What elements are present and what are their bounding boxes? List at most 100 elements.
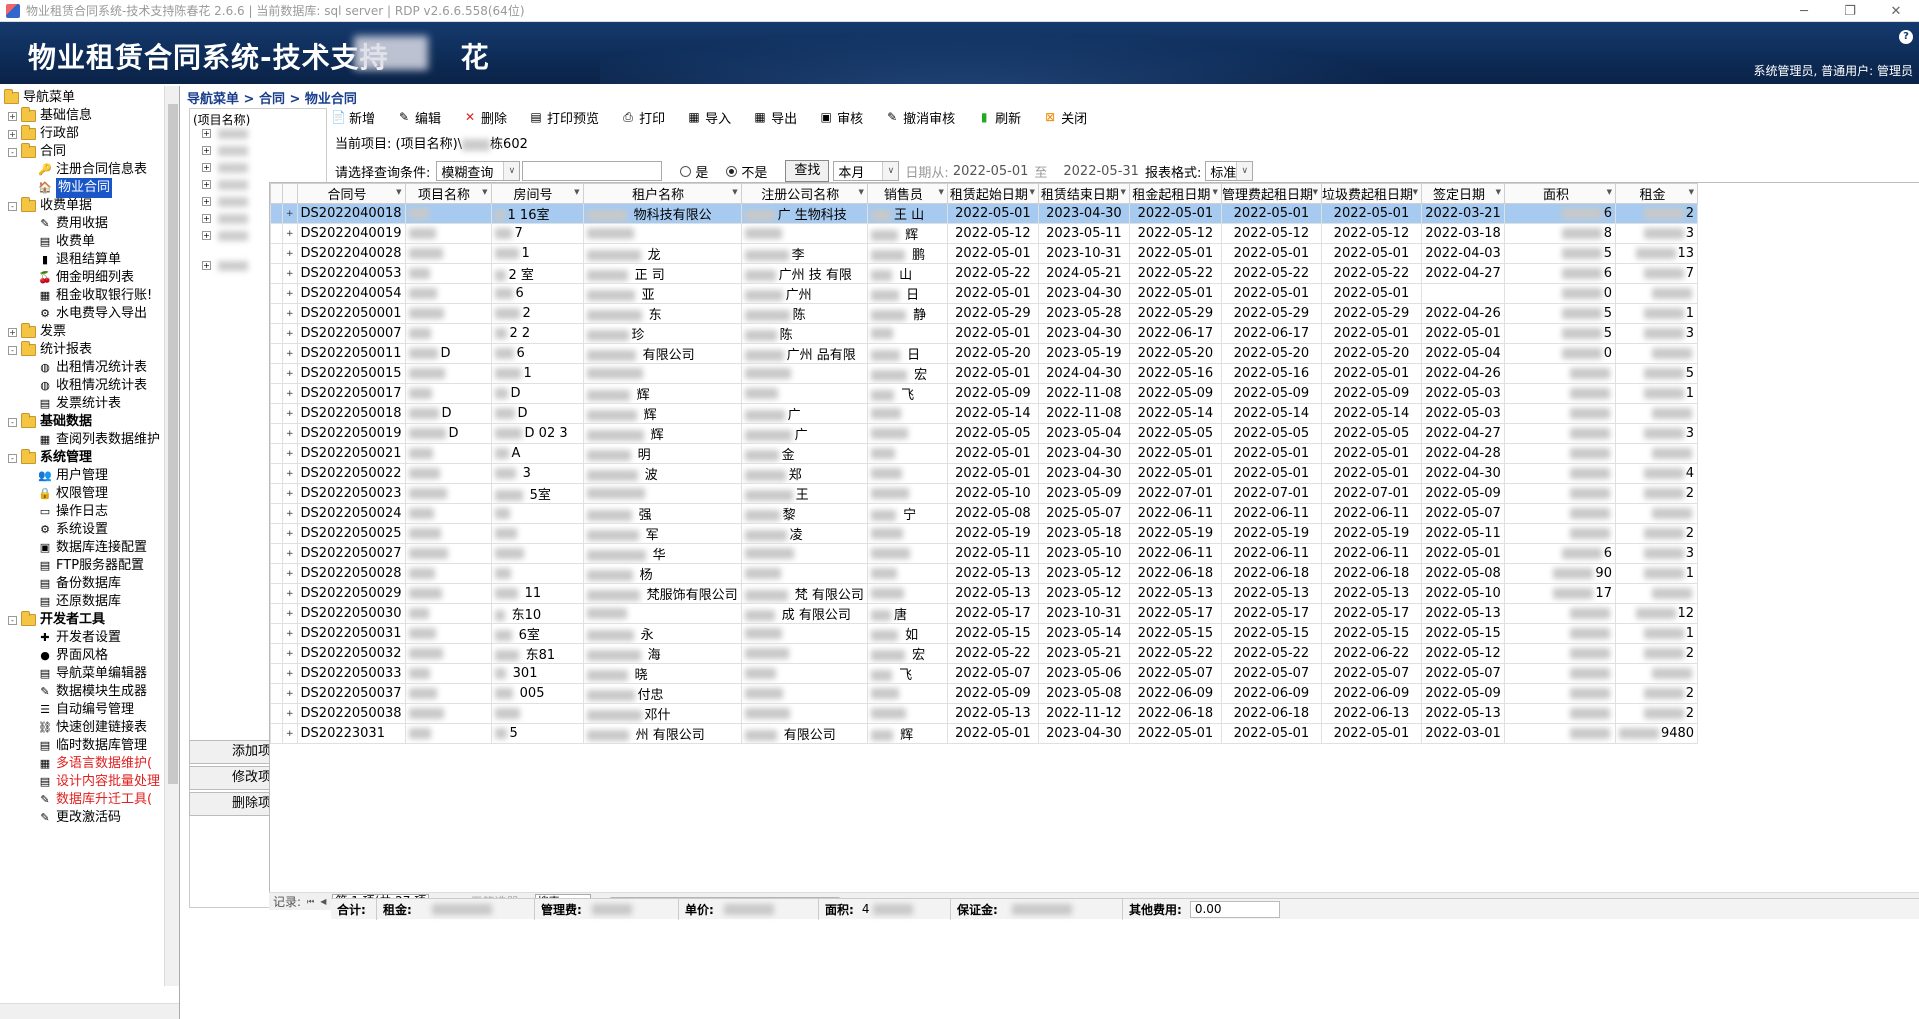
table-cell[interactable]: 2022-06-22: [1320, 643, 1422, 664]
table-cell[interactable]: 2022-05-04: [1420, 343, 1505, 364]
table-cell[interactable]: [490, 703, 584, 724]
table-cell[interactable]: [866, 523, 948, 544]
table-cell[interactable]: 5室: [490, 483, 584, 504]
table-cell[interactable]: 2 室: [490, 263, 584, 284]
table-cell[interactable]: 广州: [740, 283, 868, 304]
sort-icon[interactable]: ▼: [1213, 188, 1218, 196]
table-cell[interactable]: 5: [1503, 303, 1616, 324]
table-cell[interactable]: 2022-05-01: [1320, 283, 1422, 304]
table-cell[interactable]: 2022-05-17: [1220, 603, 1322, 624]
table-cell[interactable]: 5: [1503, 243, 1616, 264]
table-cell[interactable]: 2022-03-21: [1420, 203, 1505, 224]
table-cell[interactable]: A: [490, 443, 584, 464]
sidebar-item[interactable]: ▤ 发票统计表: [38, 394, 121, 414]
table-cell[interactable]: 2022-05-22: [1220, 263, 1322, 284]
table-cell[interactable]: 2024-05-21: [1037, 263, 1130, 284]
table-row[interactable]: + DS2022050028 杨 2022-05-13 2023-05-12 2022-…: [270, 563, 1699, 584]
table-cell[interactable]: DS2022050032: [296, 643, 406, 664]
table-cell[interactable]: D 02 3: [490, 423, 584, 444]
table-cell[interactable]: [404, 363, 492, 384]
table-cell[interactable]: 1: [1614, 563, 1699, 584]
collapse-icon[interactable]: -: [8, 417, 17, 427]
table-row[interactable]: + DS2022050001 2 东陈 静 2022-05-29 2023-05-28 2…: [270, 303, 1699, 324]
print-preview-button[interactable]: ▤ 打印预览: [529, 108, 599, 127]
row-expand-icon[interactable]: +: [282, 483, 298, 504]
table-row[interactable]: + DS2022050031 6室 永 如 2022-05-15 2023-05-14…: [270, 623, 1699, 644]
table-cell[interactable]: 2022-05-01: [1220, 243, 1322, 264]
table-cell[interactable]: 2022-03-18: [1420, 223, 1505, 244]
table-cell[interactable]: 鹏: [866, 243, 948, 264]
table-cell[interactable]: 2022-06-09: [1320, 683, 1422, 704]
table-cell[interactable]: 13: [1614, 243, 1699, 264]
table-cell[interactable]: [582, 223, 742, 244]
table-cell[interactable]: [740, 363, 868, 384]
table-cell[interactable]: [1503, 503, 1616, 524]
table-cell[interactable]: 亚: [582, 283, 742, 304]
table-cell[interactable]: 2022-05-09: [1220, 383, 1322, 404]
table-cell[interactable]: 1: [490, 363, 584, 384]
table-cell[interactable]: 2022-05-19: [1320, 523, 1422, 544]
table-cell[interactable]: [866, 423, 948, 444]
table-cell[interactable]: [404, 583, 492, 604]
sidebar-item[interactable]: + 基础信息: [8, 106, 92, 126]
table-cell[interactable]: 2023-04-30: [1037, 203, 1130, 224]
table-cell[interactable]: 2022-05-01: [1320, 443, 1422, 464]
edit-button[interactable]: ✎ 编辑: [397, 108, 441, 127]
table-cell[interactable]: 1 16室: [490, 203, 584, 224]
table-cell[interactable]: [1420, 283, 1505, 304]
table-cell[interactable]: DS2022050038: [296, 703, 406, 724]
table-cell[interactable]: [740, 683, 868, 704]
table-cell[interactable]: [404, 263, 492, 284]
table-cell[interactable]: [1503, 603, 1616, 624]
table-cell[interactable]: [490, 523, 584, 544]
sidebar-hscrollbar[interactable]: [0, 1003, 179, 1019]
table-cell[interactable]: 2022-05-19: [1220, 523, 1322, 544]
chevron-down-icon[interactable]: ∨: [1236, 162, 1253, 180]
prev-page-icon[interactable]: ◀: [320, 897, 326, 906]
table-cell[interactable]: [404, 523, 492, 544]
revoke-approve-button[interactable]: ✎ 撤消审核: [885, 108, 955, 127]
table-cell[interactable]: 0: [1503, 283, 1616, 304]
tree-expand-icon[interactable]: +: [202, 261, 211, 270]
table-cell[interactable]: 2022-05-22: [1128, 263, 1222, 284]
table-cell[interactable]: 梵服饰有限公司: [582, 583, 742, 604]
sidebar-item[interactable]: ⚙ 系统设置: [38, 520, 108, 540]
table-cell[interactable]: 2022-06-09: [1220, 683, 1322, 704]
table-cell[interactable]: 王 山: [866, 203, 948, 224]
table-row[interactable]: + DS2022050029 11 梵服饰有限公司 梵 有限公司 2022-05-1…: [270, 583, 1699, 604]
table-cell[interactable]: 2022-05-15: [1128, 623, 1222, 644]
table-cell[interactable]: 2022-11-08: [1037, 403, 1130, 424]
table-row[interactable]: + DS2022050037 005 付忠 2022-05-09 2023-05-08 2…: [270, 683, 1699, 704]
close-window-button[interactable]: ✕: [1873, 0, 1919, 22]
sidebar-item[interactable]: - 统计报表: [8, 340, 92, 360]
table-cell[interactable]: 2022-06-18: [1220, 563, 1322, 584]
table-cell[interactable]: 2022-05-01: [1220, 723, 1322, 744]
period-select[interactable]: 本月 ∨: [833, 161, 900, 181]
table-cell[interactable]: 8: [1503, 223, 1616, 244]
collapse-icon[interactable]: -: [8, 453, 17, 463]
sidebar-item[interactable]: ▮ 退租结算单: [38, 250, 121, 270]
sidebar-item[interactable]: 🏠 物业合同: [38, 178, 113, 198]
table-cell[interactable]: DS2022050030: [296, 603, 406, 624]
table-cell[interactable]: DS2022050029: [296, 583, 406, 604]
column-header[interactable]: 签定日期 ▼: [1420, 183, 1505, 204]
table-cell[interactable]: [1503, 363, 1616, 384]
table-cell[interactable]: 2022-05-13: [1320, 583, 1422, 604]
sidebar-item[interactable]: - 基础数据: [8, 412, 92, 432]
table-cell[interactable]: 宏: [866, 363, 948, 384]
sidebar-item[interactable]: ▦ 查阅列表数据维护: [38, 430, 160, 450]
column-header[interactable]: 销售员 ▼: [866, 183, 948, 204]
tree-expand-icon[interactable]: +: [202, 231, 211, 240]
table-row[interactable]: + DS20223031 5 州 有限公司 有限公司 辉 2022-05-01 2023…: [270, 723, 1699, 744]
sidebar-item[interactable]: ▤ FTP服务器配置: [38, 556, 144, 576]
table-cell[interactable]: 2: [1614, 643, 1699, 664]
table-cell[interactable]: 2022-05-05: [946, 423, 1039, 444]
table-cell[interactable]: 2023-05-04: [1037, 423, 1130, 444]
table-cell[interactable]: 2022-05-01: [1320, 463, 1422, 484]
row-expand-icon[interactable]: +: [282, 223, 298, 244]
table-cell[interactable]: 2022-06-18: [1320, 563, 1422, 584]
query-input[interactable]: [522, 161, 663, 181]
sidebar-item[interactable]: ☰ 自动编号管理: [38, 700, 134, 720]
table-cell[interactable]: 金: [740, 443, 868, 464]
sort-icon[interactable]: ▼: [939, 188, 944, 196]
